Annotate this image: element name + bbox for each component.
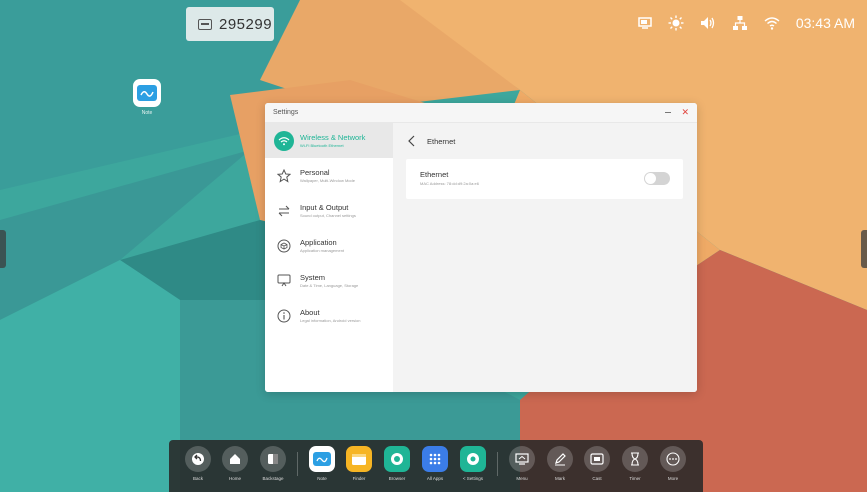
box-icon — [274, 236, 294, 256]
room-code: 295299 — [219, 15, 273, 33]
left-sidebar-handle[interactable] — [0, 230, 6, 268]
menu-subtitle: Date & Time, Language, Storage — [300, 282, 359, 288]
dock-timer[interactable]: Timer — [615, 446, 655, 481]
settings-sidebar: Wireless & Network Wi-Fi Bluetooth Ether… — [265, 123, 393, 392]
dock-settings[interactable]: < Settings — [453, 446, 493, 481]
menu-title: Application — [300, 237, 337, 247]
browser-icon — [384, 446, 410, 472]
back-icon — [185, 446, 211, 472]
page-title: Ethernet — [427, 136, 456, 146]
dock-cast[interactable]: Cast — [577, 446, 617, 481]
dock-label: Menu — [516, 476, 528, 481]
cast-icon — [584, 446, 610, 472]
clock: 03:43 AM — [795, 15, 855, 31]
wifi-icon — [274, 130, 294, 151]
window-titlebar[interactable]: Settings ✕ — [265, 103, 697, 123]
dock-label: Back — [192, 476, 203, 481]
dock-home[interactable]: Home — [215, 446, 255, 481]
brightness-icon[interactable] — [668, 15, 684, 31]
dock-label: Home — [228, 476, 241, 481]
hourglass-icon — [622, 446, 648, 472]
backstage-icon — [260, 446, 286, 472]
minimize-button[interactable] — [665, 112, 672, 113]
dock-label: Timer — [629, 476, 641, 481]
keyboard-icon — [198, 18, 212, 30]
dock-finder[interactable]: Finder — [339, 446, 379, 481]
volume-icon[interactable] — [700, 16, 716, 30]
swap-arrows-icon — [274, 201, 294, 221]
menu-subtitle: Wi-Fi Bluetooth Ethernet — [300, 142, 344, 148]
dock-mark[interactable]: Mark — [540, 446, 580, 481]
dock-label: All Apps — [426, 476, 444, 481]
home-icon — [222, 446, 248, 472]
sidebar-item-input-output[interactable]: Input & Output Sound output, Channel set… — [265, 193, 393, 228]
sidebar-item-personal[interactable]: Personal Wallpaper, Multi-Window Mode — [265, 158, 393, 193]
desktop-note-app[interactable]: Note — [132, 79, 162, 116]
menu-subtitle: Legal information, Android version — [300, 317, 361, 323]
menu-title: System — [300, 272, 326, 282]
menu-title: Personal — [300, 167, 330, 177]
right-sidebar-handle[interactable] — [861, 230, 867, 268]
window-title: Settings — [273, 109, 299, 116]
menu-subtitle: Sound output, Channel settings — [300, 212, 356, 218]
dock-all-apps[interactable]: All Apps — [415, 446, 455, 481]
menu-subtitle: Application management — [300, 247, 345, 253]
dock-label: Backstage — [262, 476, 284, 481]
sidebar-item-about[interactable]: About Legal information, Android version — [265, 298, 393, 333]
dock-back[interactable]: Back — [178, 446, 218, 481]
menu-title: About — [300, 307, 320, 317]
dock-separator — [297, 452, 298, 476]
close-button[interactable]: ✕ — [681, 108, 689, 117]
sidebar-item-wireless-network[interactable]: Wireless & Network Wi-Fi Bluetooth Ether… — [265, 123, 393, 158]
more-icon — [660, 446, 686, 472]
dock-label: Mark — [555, 476, 565, 481]
dock-separator — [497, 452, 498, 476]
dock-label: Cast — [592, 476, 602, 481]
dock-label: Browser — [388, 476, 406, 481]
dock-more[interactable]: More — [653, 446, 693, 481]
note-icon — [309, 446, 335, 472]
menu-title: Input & Output — [300, 202, 349, 212]
menu-icon — [509, 446, 535, 472]
monitor-icon — [274, 271, 294, 291]
ethernet-card: Ethernet MAC Address: 78:dd:d9:2a:0a:e6 — [406, 159, 683, 199]
dock-label: Note — [317, 476, 327, 481]
info-icon — [274, 306, 294, 326]
note-app-icon — [133, 79, 161, 107]
network-icon[interactable] — [732, 15, 748, 31]
toggle-knob — [645, 173, 656, 184]
room-code-badge[interactable]: 295299 — [186, 7, 274, 41]
dock-backstage[interactable]: Backstage — [253, 446, 293, 481]
settings-icon — [460, 446, 486, 472]
back-chevron-icon[interactable] — [407, 135, 417, 147]
menu-subtitle: Wallpaper, Multi-Window Mode — [300, 177, 355, 183]
pen-icon — [547, 446, 573, 472]
folder-icon — [346, 446, 372, 472]
menu-title: Wireless & Network — [300, 132, 366, 142]
bottom-dock: Back Home Backstage Note Finder Browser — [169, 440, 703, 492]
grid-icon — [422, 446, 448, 472]
wifi-status-icon[interactable] — [764, 16, 780, 30]
settings-window: Settings ✕ Wireless & Network Wi-Fi Blue… — [265, 103, 697, 392]
status-bar: 03:43 AM — [638, 12, 855, 34]
sidebar-item-application[interactable]: Application Application management — [265, 228, 393, 263]
dock-label: Finder — [352, 476, 366, 481]
sidebar-item-system[interactable]: System Date & Time, Language, Storage — [265, 263, 393, 298]
dock-browser[interactable]: Browser — [377, 446, 417, 481]
screen-share-icon[interactable] — [638, 16, 652, 30]
settings-content: Ethernet Ethernet MAC Address: 78:dd:d9:… — [393, 123, 697, 392]
desktop-app-label: Note — [141, 110, 153, 116]
dock-menu[interactable]: Menu — [502, 446, 542, 481]
star-icon — [274, 166, 294, 186]
dock-note[interactable]: Note — [302, 446, 342, 481]
dock-label: More — [667, 476, 679, 481]
ethernet-toggle[interactable] — [644, 172, 670, 185]
dock-label: < Settings — [462, 476, 484, 481]
